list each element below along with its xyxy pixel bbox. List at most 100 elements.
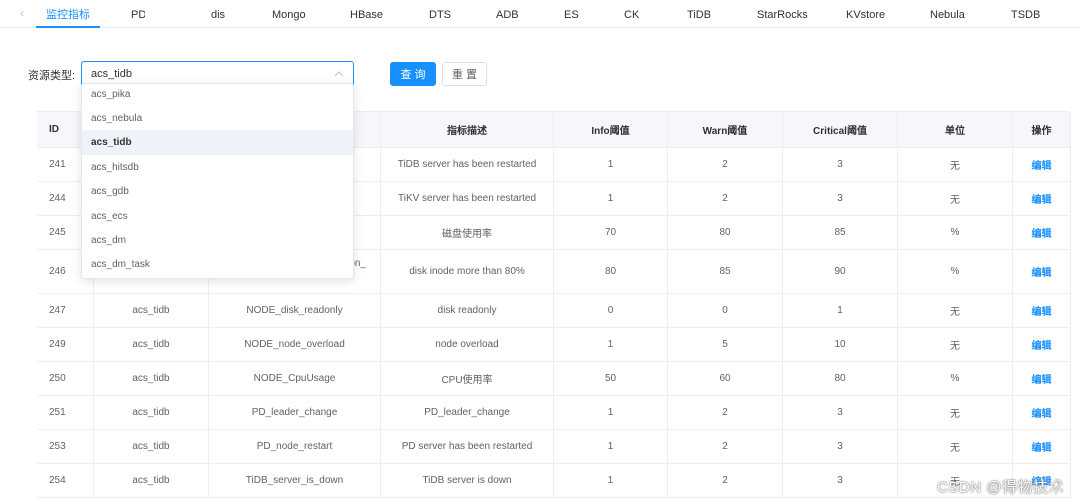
cell-critical: 10: [783, 328, 898, 362]
cell-unit: %: [898, 362, 1013, 396]
header-description: 指标描述: [381, 112, 554, 148]
cell-name: TiDB_server_is_down: [209, 464, 381, 498]
dropdown-option-acs-gdb[interactable]: acs_gdb: [82, 179, 353, 204]
dropdown-option-acs-nebula[interactable]: acs_nebula: [82, 106, 353, 131]
cell-description: PD server has been restarted: [381, 430, 554, 464]
resource-type-label: 资源类型:: [28, 70, 76, 82]
dropdown-option-acs-hitsdb[interactable]: acs_hitsdb: [82, 155, 353, 180]
tab-pd[interactable]: PD: [131, 0, 145, 27]
table-row: 250 acs_tidb NODE_CpuUsage CPU使用率 50 60 …: [37, 362, 1071, 396]
tab-adb[interactable]: ADB: [496, 0, 519, 27]
cell-id: 250: [37, 362, 94, 396]
cell-unit: %: [898, 250, 1013, 294]
cell-type: acs_tidb: [94, 396, 209, 430]
table-row: 251 acs_tidb PD_leader_change PD_leader_…: [37, 396, 1071, 430]
dropdown-option-acs-tidb[interactable]: acs_tidb: [82, 130, 353, 155]
cell-unit: %: [898, 216, 1013, 250]
cell-critical: 3: [783, 396, 898, 430]
edit-link[interactable]: 编辑: [1013, 294, 1071, 328]
edit-link[interactable]: 编辑: [1013, 216, 1071, 250]
tab-es[interactable]: ES: [564, 0, 579, 27]
tab-dts[interactable]: DTS: [429, 0, 451, 27]
cell-name: PD_leader_change: [209, 396, 381, 430]
dropdown-option-acs-dm-task[interactable]: acs_dm_task: [82, 252, 353, 277]
dropdown-option-acs-ecs[interactable]: acs_ecs: [82, 204, 353, 229]
cell-name: NODE_disk_readonly: [209, 294, 381, 328]
cell-warn: 85: [668, 250, 783, 294]
cell-info: 80: [554, 250, 668, 294]
tab-ck[interactable]: CK: [624, 0, 639, 27]
cell-name: NODE_node_overload: [209, 328, 381, 362]
cell-id: 247: [37, 294, 94, 328]
edit-link[interactable]: 编辑: [1013, 328, 1071, 362]
cell-type: acs_tidb: [94, 430, 209, 464]
cell-description: TiDB server is down: [381, 464, 554, 498]
tab-starrocks[interactable]: StarRocks: [757, 0, 815, 27]
tab-hbase[interactable]: HBase: [350, 0, 383, 27]
cell-info: 1: [554, 148, 668, 182]
cell-description: 磁盘使用率: [381, 216, 554, 250]
header-warn-threshold: Warn阈值: [668, 112, 783, 148]
cell-critical: 80: [783, 362, 898, 396]
resource-type-dropdown: acs_pika acs_nebula acs_tidb acs_hitsdb …: [81, 83, 354, 279]
cell-info: 50: [554, 362, 668, 396]
table-row: 249 acs_tidb NODE_node_overload node ove…: [37, 328, 1071, 362]
cell-unit: 无: [898, 396, 1013, 430]
csdn-watermark: CSDN @得物技术: [937, 479, 1064, 496]
cell-critical: 85: [783, 216, 898, 250]
cell-critical: 3: [783, 430, 898, 464]
dropdown-option-acs-pika[interactable]: acs_pika: [82, 84, 353, 107]
cell-critical: 1: [783, 294, 898, 328]
cell-description: TiDB server has been restarted: [381, 148, 554, 182]
cell-type: acs_tidb: [94, 362, 209, 396]
cell-id: 253: [37, 430, 94, 464]
tab-monitor-metrics[interactable]: 监控指标: [46, 0, 90, 27]
cell-description: PD_leader_change: [381, 396, 554, 430]
edit-link[interactable]: 编辑: [1013, 182, 1071, 216]
cell-info: 1: [554, 464, 668, 498]
edit-link[interactable]: 编辑: [1013, 396, 1071, 430]
cell-critical: 90: [783, 250, 898, 294]
cell-warn: 2: [668, 430, 783, 464]
cell-warn: 5: [668, 328, 783, 362]
tab-tsdb[interactable]: TSDB: [1011, 0, 1040, 27]
reset-button[interactable]: 重 置: [442, 62, 487, 86]
cell-type: acs_tidb: [94, 294, 209, 328]
tab-kvstore[interactable]: KVstore: [846, 0, 885, 27]
cell-unit: 无: [898, 294, 1013, 328]
cell-info: 1: [554, 328, 668, 362]
cell-name: PD_node_restart: [209, 430, 381, 464]
header-unit: 单位: [898, 112, 1013, 148]
tab-mongo[interactable]: Mongo: [272, 0, 306, 27]
cell-id: 249: [37, 328, 94, 362]
edit-link[interactable]: 编辑: [1013, 250, 1071, 294]
edit-link[interactable]: 编辑: [1013, 430, 1071, 464]
cell-unit: 无: [898, 328, 1013, 362]
cell-info: 70: [554, 216, 668, 250]
edit-link[interactable]: 编辑: [1013, 148, 1071, 182]
cell-name: NODE_CpuUsage: [209, 362, 381, 396]
cell-info: 1: [554, 396, 668, 430]
chevron-up-icon: [334, 71, 344, 77]
edit-link[interactable]: 编辑: [1013, 362, 1071, 396]
cell-id: 251: [37, 396, 94, 430]
cell-warn: 2: [668, 464, 783, 498]
cell-info: 1: [554, 182, 668, 216]
cell-id: 254: [37, 464, 94, 498]
cell-warn: 2: [668, 148, 783, 182]
cell-info: 0: [554, 294, 668, 328]
table-row: 247 acs_tidb NODE_disk_readonly disk rea…: [37, 294, 1071, 328]
query-button[interactable]: 查 询: [390, 62, 436, 86]
tab-dis[interactable]: dis: [211, 0, 225, 27]
cell-description: TiKV server has been restarted: [381, 182, 554, 216]
cell-description: disk inode more than 80%: [381, 250, 554, 294]
cell-unit: 无: [898, 182, 1013, 216]
cell-description: node overload: [381, 328, 554, 362]
header-critical-threshold: Critical阈值: [783, 112, 898, 148]
tab-tidb[interactable]: TiDB: [687, 0, 711, 27]
cell-warn: 60: [668, 362, 783, 396]
tab-nebula[interactable]: Nebula: [930, 0, 965, 27]
chevron-left-icon[interactable]: ‹: [14, 5, 30, 21]
dropdown-option-acs-dm[interactable]: acs_dm: [82, 228, 353, 253]
header-actions: 操作: [1013, 112, 1071, 148]
